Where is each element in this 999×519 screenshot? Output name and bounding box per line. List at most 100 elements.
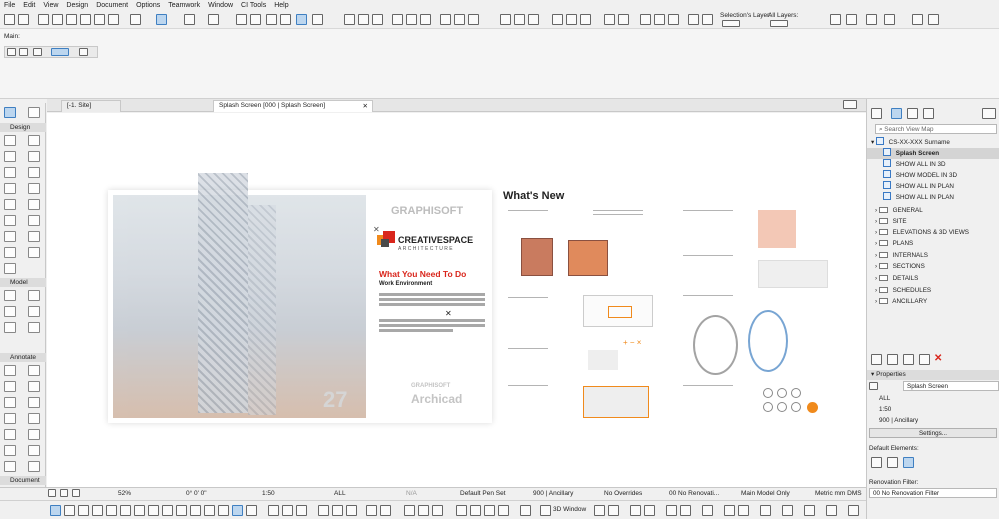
- search-view-map-input[interactable]: ⌕ Search View Map: [875, 124, 997, 134]
- tree-item-show-model-3d[interactable]: SHOW MODEL IN 3D: [867, 170, 999, 181]
- layer-visibility-icon[interactable]: [770, 20, 788, 27]
- help-icon[interactable]: [204, 505, 215, 516]
- dimension-standard[interactable]: N/A: [406, 490, 417, 497]
- 3d-style-icon[interactable]: [594, 505, 605, 516]
- zoom-out-icon[interactable]: [72, 489, 80, 497]
- circle-tool-icon[interactable]: [28, 413, 40, 424]
- edit-icon[interactable]: [344, 14, 355, 25]
- figure-tool-icon[interactable]: [28, 461, 40, 472]
- publisher-icon[interactable]: [366, 505, 377, 516]
- expand-icon[interactable]: ›: [875, 275, 877, 282]
- pen-set[interactable]: Default Pen Set: [460, 490, 506, 497]
- lamp-tool-icon[interactable]: [4, 247, 16, 258]
- properties-header[interactable]: ▾ Properties: [867, 370, 999, 380]
- layout-book-icon[interactable]: [907, 108, 918, 119]
- bimx-icon[interactable]: [520, 505, 531, 516]
- slab-tool-icon[interactable]: [28, 151, 40, 162]
- trace-icon[interactable]: [250, 14, 261, 25]
- graphic-overrides[interactable]: No Overrides: [604, 490, 642, 497]
- splash-close-x-icon[interactable]: ✕: [445, 309, 452, 318]
- mesh-tool-icon[interactable]: [4, 263, 16, 274]
- parallel-projection-icon[interactable]: [680, 505, 691, 516]
- teamwork-reserve-icon[interactable]: [830, 14, 841, 25]
- document-3d-icon[interactable]: [134, 505, 145, 516]
- wall-tool-icon[interactable]: [4, 135, 16, 146]
- expand-icon[interactable]: ›: [875, 298, 877, 305]
- door-tool-icon[interactable]: [4, 199, 16, 210]
- expand-icon[interactable]: ›: [875, 287, 877, 294]
- cloud-icon[interactable]: [470, 505, 481, 516]
- properties-layer[interactable]: ALL: [879, 395, 890, 402]
- tree-item-show-all-plan-2[interactable]: SHOW ALL IN PLAN: [867, 192, 999, 203]
- roof-tool-icon[interactable]: [4, 183, 16, 194]
- properties-scale[interactable]: 1:50: [879, 406, 891, 413]
- view-settings-icon[interactable]: [919, 354, 930, 365]
- render-icon[interactable]: [912, 14, 923, 25]
- mep-tool-icon[interactable]: [28, 290, 40, 301]
- distribute-icon[interactable]: [654, 14, 665, 25]
- orbit-icon[interactable]: [630, 505, 641, 516]
- expand-icon[interactable]: ›: [875, 252, 877, 259]
- default-elements-icon-3[interactable]: [903, 457, 914, 468]
- index-icon[interactable]: [162, 505, 173, 516]
- tree-folder-schedules[interactable]: › SCHEDULES: [867, 285, 999, 296]
- tree-root[interactable]: ▾ CS-XX-XXX Surname: [867, 137, 999, 148]
- list-icon[interactable]: [108, 14, 119, 25]
- bring-forward-icon[interactable]: [604, 14, 615, 25]
- drawing-icon[interactable]: [232, 505, 243, 516]
- arrow-select-icon[interactable]: [7, 48, 16, 56]
- group-icon[interactable]: [552, 14, 563, 25]
- menu-edit[interactable]: Edit: [19, 2, 39, 9]
- favorite-star-icon[interactable]: [280, 14, 291, 25]
- layer-lock-icon[interactable]: [722, 20, 740, 27]
- new-view-icon[interactable]: [871, 354, 882, 365]
- tab-site[interactable]: [-1. Site]: [61, 100, 121, 112]
- adjust-icon[interactable]: [372, 14, 383, 25]
- twin-icon[interactable]: [804, 505, 815, 516]
- pointer-icon[interactable]: [79, 48, 88, 56]
- fill-tool-icon[interactable]: [4, 461, 16, 472]
- drawing-scale[interactable]: 1:50: [262, 490, 275, 497]
- perspective-icon[interactable]: [702, 505, 713, 516]
- new-folder-icon[interactable]: [887, 354, 898, 365]
- messages-icon[interactable]: [498, 505, 509, 516]
- magic-wand-icon[interactable]: [312, 14, 323, 25]
- menu-options[interactable]: Options: [132, 2, 164, 9]
- rotation-angle[interactable]: 0° 0' 0": [186, 490, 207, 497]
- expand-icon[interactable]: ›: [875, 218, 877, 225]
- guide-line-icon[interactable]: [156, 14, 167, 25]
- elevation-view-icon[interactable]: [78, 505, 89, 516]
- ruler-icon[interactable]: [130, 14, 141, 25]
- elevation-icon[interactable]: [66, 14, 77, 25]
- transmittal-icon[interactable]: [432, 505, 443, 516]
- 3d-window-icon[interactable]: [80, 14, 91, 25]
- tree-item-show-all-3d[interactable]: SHOW ALL IN 3D: [867, 159, 999, 170]
- split-icon[interactable]: [358, 14, 369, 25]
- stair-tool-icon[interactable]: [4, 167, 16, 178]
- zoom-in-icon[interactable]: [60, 489, 68, 497]
- floor-plan-view-icon[interactable]: [50, 505, 61, 516]
- spline-tool-icon[interactable]: [28, 429, 40, 440]
- panel-menu-icon[interactable]: [982, 108, 996, 119]
- view-map-icon[interactable]: [891, 108, 902, 119]
- close-tab-icon[interactable]: ✕: [363, 102, 368, 110]
- tree-folder-site[interactable]: › SITE: [867, 216, 999, 227]
- terminal-tool-icon[interactable]: [28, 322, 40, 333]
- worksheet-marker-icon[interactable]: [282, 505, 293, 516]
- marquee-3d-icon[interactable]: [738, 505, 749, 516]
- ungroup-icon[interactable]: [566, 14, 577, 25]
- tab-menu-icon[interactable]: [843, 100, 857, 109]
- align-icon[interactable]: [640, 14, 651, 25]
- model-view-options[interactable]: 900 | Ancillary: [533, 490, 573, 497]
- column-tool-icon[interactable]: [28, 135, 40, 146]
- marker-icon[interactable]: [268, 505, 279, 516]
- menu-view[interactable]: View: [39, 2, 62, 9]
- explode-icon[interactable]: [514, 14, 525, 25]
- book-icon[interactable]: [332, 505, 343, 516]
- shell-tool-icon[interactable]: [28, 183, 40, 194]
- lock-icon[interactable]: [580, 14, 591, 25]
- publish-icon[interactable]: [846, 14, 857, 25]
- delete-icon[interactable]: ✕: [934, 353, 942, 364]
- label-tool-icon[interactable]: [4, 381, 16, 392]
- mirror-icon[interactable]: [392, 14, 403, 25]
